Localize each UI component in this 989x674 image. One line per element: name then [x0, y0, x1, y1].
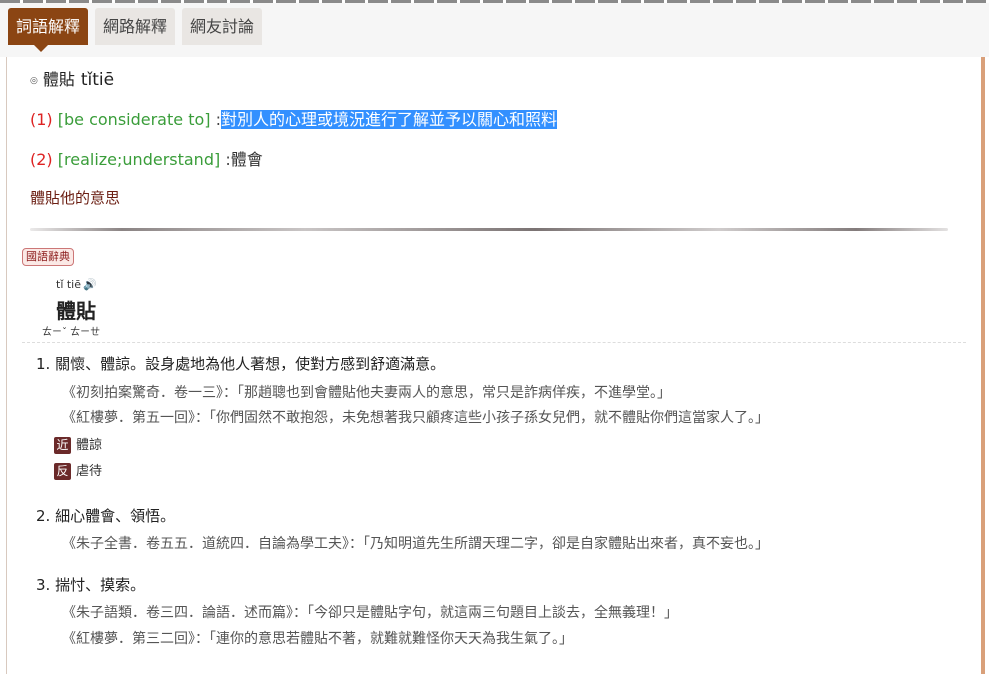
moedict-word: 體貼 [56, 299, 96, 323]
tab-bar: 詞語解釋 網路解釋 網友討論 [0, 3, 989, 57]
definition-number: (2) [30, 150, 53, 169]
quote: 《初刻拍案驚奇．卷一三》：「那趙聰也到會體貼他夫妻兩人的意思，常只是詐病佯疾，不… [62, 385, 671, 401]
headword-pinyin: tǐtiē [80, 70, 115, 90]
sense-2: 2. 細心體會、領悟。 [36, 507, 176, 525]
content-right-border [981, 57, 985, 674]
synonym-tag: 近 [54, 437, 71, 454]
moedict-pinyin-text: tǐ tiē [56, 278, 82, 291]
dashed-separator [22, 342, 966, 343]
content-left-border [6, 57, 7, 674]
antonym-row: 反虐待 [54, 460, 102, 480]
synonym-row: 近體諒 [54, 434, 102, 454]
tab-user-discussion[interactable]: 網友討論 [182, 8, 263, 45]
sense-1: 1. 關懷、體諒。設身處地為他人著想，使對方感到舒適滿意。 [36, 355, 446, 373]
quote: 《紅樓夢．第五一回》：「你們固然不敢抱怨，未免想著我只顧疼這些小孩子孫女兒們，就… [62, 410, 769, 426]
sense-3: 3. 揣忖、摸索。 [36, 576, 146, 594]
tab-web-explanation[interactable]: 網路解釋 [95, 8, 176, 45]
sample-usage: 體貼他的意思 [30, 189, 121, 207]
definition-2: (2) [realize;understand] :體會 [30, 146, 263, 170]
bullet-icon: ◎ [30, 76, 38, 86]
definition-chinese-selected[interactable]: 對別人的心理或境況進行了解並予以關心和照料 [220, 110, 557, 129]
antonym-tag: 反 [54, 463, 71, 480]
definition-english: [realize;understand] [57, 150, 221, 169]
quote: 《紅樓夢．第三二回》：「連你的意思若體貼不著，就難就難怪你天天為我生氣了。」 [62, 631, 573, 647]
antonym-link[interactable]: 虐待 [76, 464, 102, 479]
moedict-zhuyin: ㄊㄧˇ ㄊㄧㄝ [42, 327, 101, 338]
quote: 《朱子語類．卷三四．論語．述而篇》：「今卻只是體貼字句，就這兩三句題目上談去，全… [62, 605, 678, 621]
definition-chinese: 體會 [230, 150, 263, 169]
quote: 《朱子全書．卷五五．道統四．自論為學工夫》：「乃知明道先生所謂天理二字，卻是自家… [62, 536, 769, 552]
definition-number: (1) [30, 110, 53, 129]
headword: ◎ 體貼 tǐtiē [30, 66, 114, 90]
headword-text: 體貼 [42, 70, 75, 89]
definition-1: (1) [be considerate to] :對別人的心理或境況進行了解並予… [30, 106, 557, 130]
synonym-link[interactable]: 體諒 [76, 438, 102, 453]
definition-english: [be considerate to] [57, 110, 211, 129]
speaker-icon[interactable]: 🔊 [83, 278, 97, 291]
brush-divider [30, 228, 948, 231]
dictionary-badge[interactable]: 國語辭典 [22, 248, 74, 266]
tab-word-explanation[interactable]: 詞語解釋 [8, 8, 89, 52]
moedict-pinyin: tǐ tiē 🔊 [56, 278, 97, 291]
